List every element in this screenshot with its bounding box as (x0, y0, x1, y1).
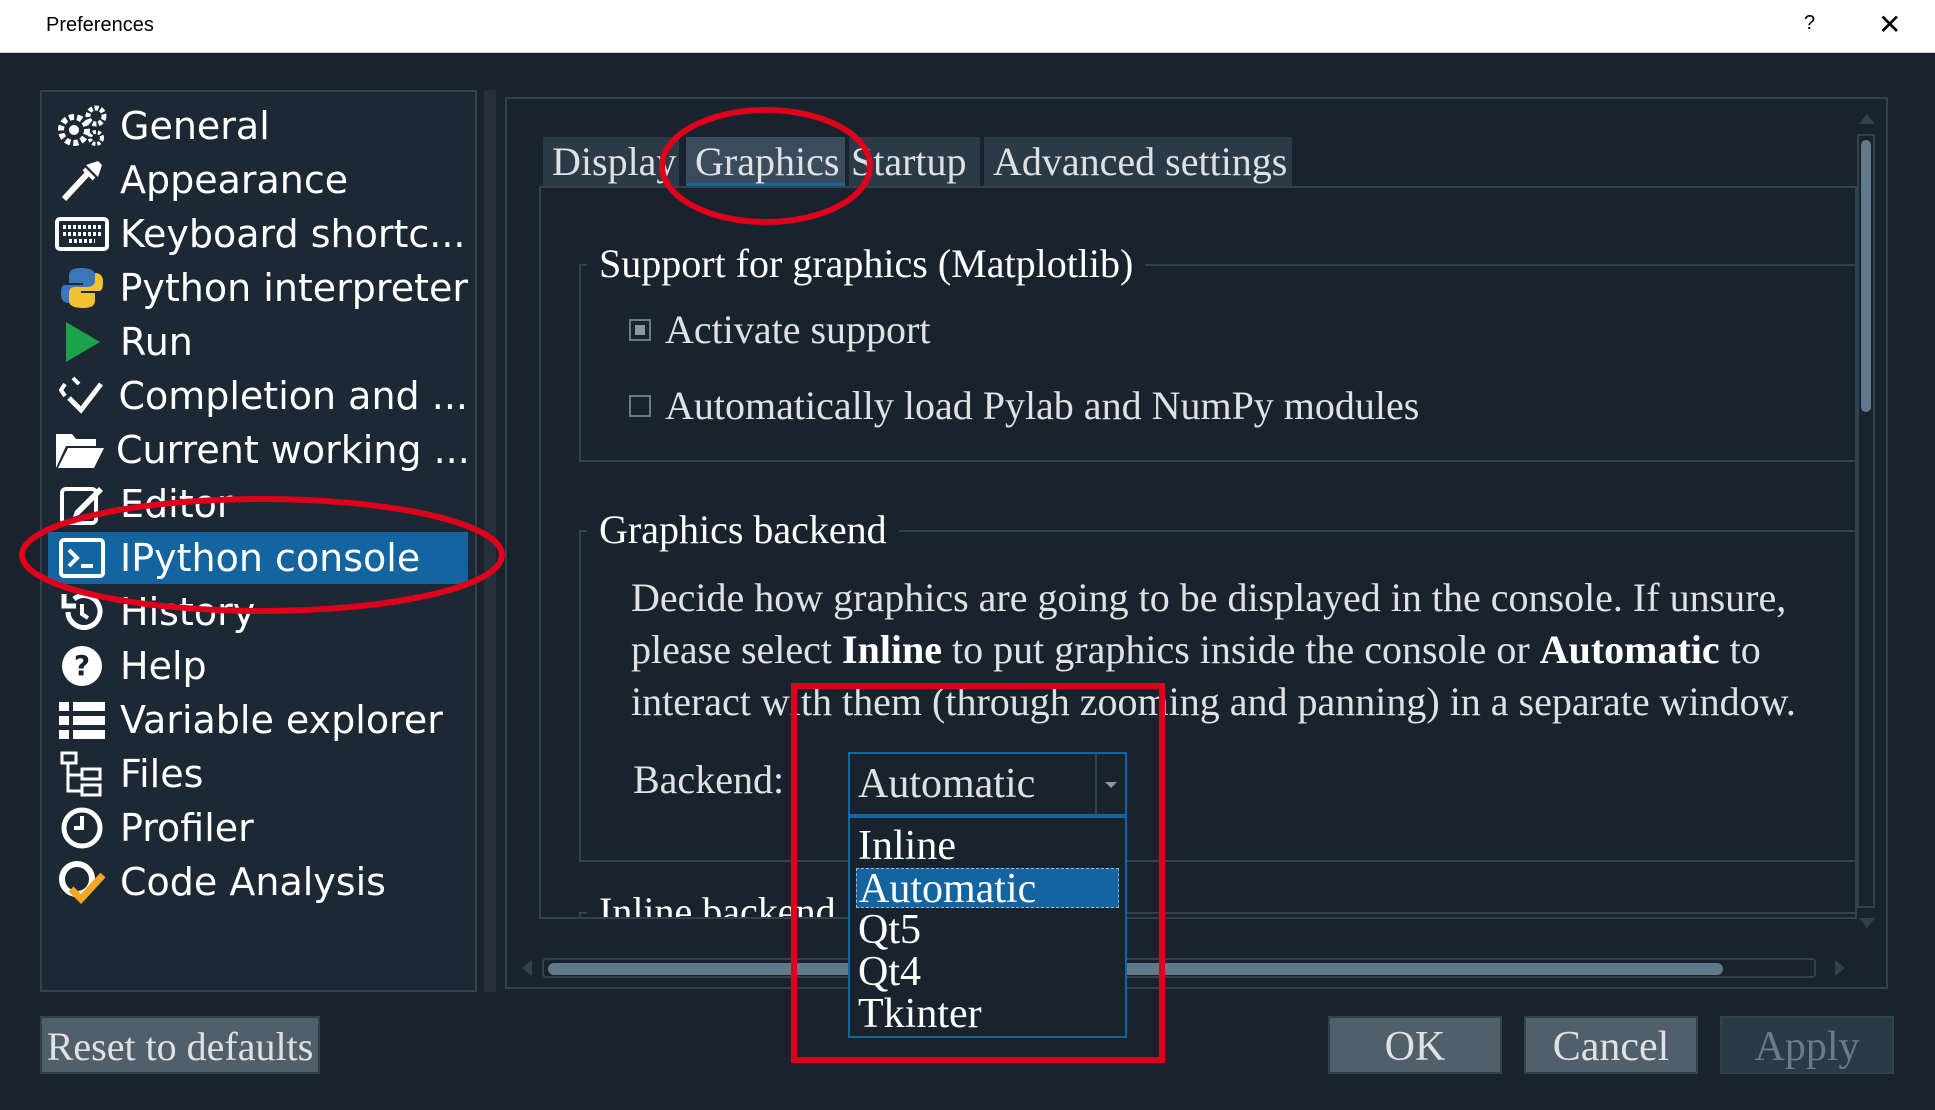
sidebar-item-label: Help (120, 644, 207, 688)
play-icon (54, 319, 110, 365)
sidebar-item-label: Code Analysis (120, 860, 386, 904)
desc-automatic-bold: Automatic (1539, 627, 1720, 672)
folder-open-icon (54, 427, 106, 473)
backend-description-line3: interact with them (through zooming and … (631, 679, 1796, 724)
backend-select-value: Automatic (858, 761, 1036, 807)
sidebar-item-label: Completion and ... (118, 374, 468, 418)
sidebar-item-label: IPython console (120, 536, 421, 580)
apply-button[interactable]: Apply (1720, 1016, 1894, 1074)
backend-option-inline[interactable]: Inline (856, 825, 1119, 867)
inline-backend-title: Inline backend (587, 888, 848, 917)
desc-text: to put graphics inside the console or (942, 627, 1540, 672)
backend-option-automatic[interactable]: Automatic (856, 868, 1119, 910)
sidebar-item-files[interactable]: Files (48, 748, 468, 800)
tab-display[interactable]: Display (543, 137, 679, 187)
sidebar-item-code-analysis[interactable]: Code Analysis (48, 856, 468, 908)
cancel-button[interactable]: Cancel (1524, 1016, 1698, 1074)
horizontal-scrollbar[interactable] (520, 954, 1845, 982)
activate-support-box[interactable] (629, 318, 651, 341)
sidebar-item-label: Profiler (120, 806, 254, 850)
desc-text: to (1719, 627, 1761, 672)
sidebar-item-label: Editor (120, 482, 233, 526)
tab-graphics[interactable]: Graphics (686, 137, 845, 187)
sidebar-item-label: Appearance (120, 158, 349, 202)
autoload-pylab-label: Automatically load Pylab and NumPy modul… (665, 383, 1420, 428)
eyedropper-icon (54, 157, 110, 203)
scroll-right-arrow-icon[interactable] (1835, 960, 1845, 976)
backend-description-line2: please select Inline to put graphics ins… (631, 624, 1796, 676)
ok-button[interactable]: OK (1328, 1016, 1502, 1074)
backend-label: Backend: (633, 757, 785, 802)
desc-inline-bold: Inline (842, 627, 943, 672)
sidebar-item-ipython-console[interactable]: IPython console (48, 532, 468, 584)
graphics-tab-content: Support for graphics (Matplotlib) Activa… (539, 186, 1857, 919)
sidebar-item-help[interactable]: ? Help (48, 640, 468, 692)
sidebar-item-label: History (120, 590, 256, 634)
scroll-up-arrow-icon[interactable] (1859, 114, 1875, 124)
keyboard-icon (54, 211, 110, 257)
history-icon (54, 589, 110, 635)
sidebar-item-completion[interactable]: Completion and ... (48, 370, 468, 422)
desc-text: please select (631, 627, 842, 672)
backend-option-qt5[interactable]: Qt5 (856, 909, 1119, 951)
help-button[interactable]: ? (1804, 12, 1815, 35)
title-bar: Preferences ? ✕ (0, 0, 1935, 53)
sidebar-item-editor[interactable]: Editor (48, 478, 468, 530)
backend-description: Decide how graphics are going to be disp… (631, 572, 1796, 728)
backend-description-line1: Decide how graphics are going to be disp… (631, 575, 1787, 620)
scroll-left-arrow-icon[interactable] (522, 960, 532, 976)
preferences-sidebar: General Appearance Keyboard shortc... Py… (40, 90, 477, 992)
sidebar-item-profiler[interactable]: Profiler (48, 802, 468, 854)
support-graphics-title: Support for graphics (Matplotlib) (587, 240, 1146, 287)
scroll-down-arrow-icon[interactable] (1859, 918, 1875, 928)
svg-text:?: ? (74, 649, 90, 682)
files-tree-icon (54, 751, 110, 797)
autoload-pylab-checkbox[interactable]: Automatically load Pylab and NumPy modul… (629, 382, 1419, 429)
autoload-pylab-box[interactable] (629, 394, 651, 417)
sidebar-item-general[interactable]: General (48, 100, 468, 152)
window-title: Preferences (46, 14, 154, 36)
sidebar-item-label: Variable explorer (120, 698, 443, 742)
list-icon (54, 697, 110, 743)
tab-startup[interactable]: Startup (849, 137, 980, 187)
support-graphics-group (579, 264, 1855, 462)
backend-option-tkinter[interactable]: Tkinter (856, 993, 1119, 1035)
sidebar-item-label: Current working ... (116, 428, 470, 472)
activate-support-label: Activate support (665, 307, 931, 352)
edit-icon (54, 481, 110, 527)
backend-select[interactable]: Automatic (848, 752, 1127, 816)
gears-icon (54, 103, 110, 149)
sidebar-item-label: Python interpreter (119, 266, 468, 310)
close-button[interactable]: ✕ (1878, 8, 1901, 41)
vertical-scroll-thumb[interactable] (1861, 140, 1871, 412)
sidebar-item-history[interactable]: History (48, 586, 468, 638)
reset-to-defaults-button[interactable]: Reset to defaults (40, 1016, 320, 1074)
completion-icon (54, 373, 108, 419)
vertical-scrollbar[interactable] (1855, 112, 1877, 932)
sidebar-item-label: Run (120, 320, 193, 364)
sidebar-item-run[interactable]: Run (48, 316, 468, 368)
sidebar-item-label: Keyboard shortc... (120, 212, 466, 256)
sidebar-item-variable-explorer[interactable]: Variable explorer (48, 694, 468, 746)
backend-dropdown-list: Inline Automatic Qt5 Qt4 Tkinter (848, 816, 1127, 1038)
chevron-down-icon[interactable] (1095, 754, 1125, 814)
sidebar-item-python-interpreter[interactable]: Python interpreter (48, 262, 468, 314)
sidebar-item-appearance[interactable]: Appearance (48, 154, 468, 206)
sidebar-item-keyboard-shortcuts[interactable]: Keyboard shortc... (48, 208, 468, 260)
activate-support-checkbox[interactable]: Activate support (629, 306, 931, 353)
sidebar-item-label: General (120, 104, 270, 148)
sidebar-item-label: Files (120, 752, 204, 796)
help-circle-icon: ? (54, 643, 110, 689)
graphics-backend-title: Graphics backend (587, 506, 899, 553)
terminal-icon (54, 535, 110, 581)
sidebar-item-current-working-directory[interactable]: Current working ... (48, 424, 470, 476)
clock-icon (54, 805, 110, 851)
backend-option-qt4[interactable]: Qt4 (856, 951, 1119, 993)
python-icon (54, 265, 109, 311)
horizontal-scroll-thumb[interactable] (548, 963, 1723, 975)
code-analysis-icon (54, 859, 110, 905)
sidebar-splitter[interactable] (484, 90, 496, 992)
tab-advanced-settings[interactable]: Advanced settings (984, 137, 1292, 187)
